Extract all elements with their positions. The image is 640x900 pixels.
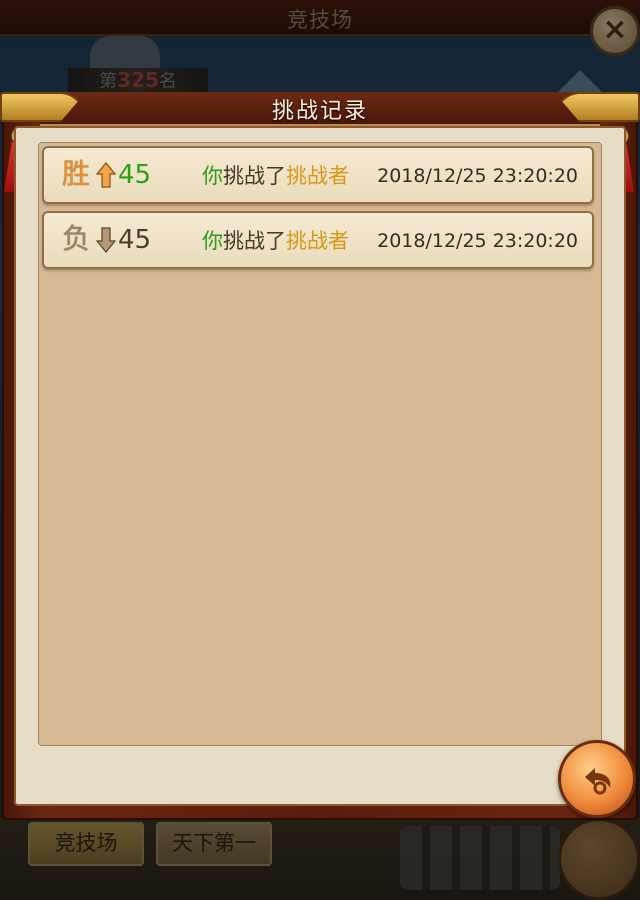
record-row: 胜 45 你挑战了挑战者 2018/12/25 23:20:20 <box>42 146 594 204</box>
arrow-down-icon <box>96 227 116 253</box>
record-description: 你挑战了挑战者 <box>202 228 349 254</box>
points-change: 45 <box>118 225 152 255</box>
result-win-label: 胜 <box>62 157 91 190</box>
challenge-record-dialog: 挑战记录 胜 45 你挑战了挑战者 2018/12/25 23:20:20 负 … <box>0 92 640 820</box>
record-description: 你挑战了挑战者 <box>202 163 349 189</box>
record-time: 2018/12/25 23:20:20 <box>377 230 578 252</box>
dialog-title: 挑战记录 <box>271 99 368 124</box>
back-button[interactable] <box>558 740 636 818</box>
points-change: 45 <box>118 160 152 190</box>
verb-label: 挑战了 <box>223 229 286 253</box>
opponent-name[interactable]: 挑战者 <box>286 229 349 253</box>
verb-label: 挑战了 <box>223 164 286 188</box>
opponent-name[interactable]: 挑战者 <box>286 164 349 188</box>
arrow-up-icon <box>96 162 116 188</box>
record-row: 负 45 你挑战了挑战者 2018/12/25 23:20:20 <box>42 211 594 269</box>
result-lose-label: 负 <box>62 222 91 255</box>
record-time: 2018/12/25 23:20:20 <box>377 165 578 187</box>
you-label: 你 <box>202 164 223 188</box>
you-label: 你 <box>202 229 223 253</box>
back-arrow-icon <box>585 768 611 795</box>
